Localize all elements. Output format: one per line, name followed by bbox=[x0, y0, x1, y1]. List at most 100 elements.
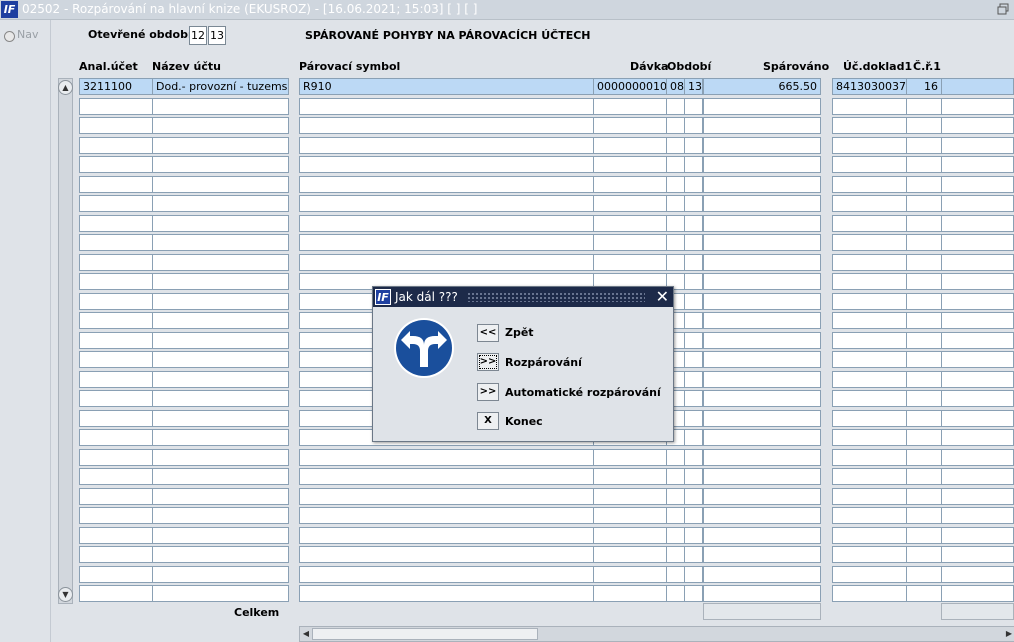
back-button[interactable]: << bbox=[477, 324, 499, 342]
grid-cell-anal-ucet[interactable] bbox=[79, 488, 153, 505]
grid-cell-anal-ucet[interactable] bbox=[79, 410, 153, 427]
grid-cell-uc-doklad1[interactable] bbox=[832, 566, 907, 583]
grid-cell-uc-doklad1[interactable] bbox=[832, 585, 907, 602]
grid-cell-anal-ucet[interactable] bbox=[79, 156, 153, 173]
grid-cell-uc-doklad1[interactable] bbox=[832, 390, 907, 407]
grid-cell-anal-ucet[interactable] bbox=[79, 117, 153, 134]
grid-cell-uc-doklad1[interactable] bbox=[832, 429, 907, 446]
grid-cell-obdobi-a[interactable] bbox=[666, 176, 685, 193]
grid-cell-extra[interactable] bbox=[941, 390, 1014, 407]
grid-cell-nazev-uctu[interactable] bbox=[152, 312, 289, 329]
grid-cell-extra[interactable] bbox=[941, 78, 1014, 95]
grid-cell-sparovano[interactable] bbox=[703, 429, 821, 446]
grid-cell-uc-doklad1[interactable] bbox=[832, 98, 907, 115]
grid-cell-parovaci-symbol[interactable] bbox=[299, 449, 594, 466]
grid-cell-nazev-uctu[interactable] bbox=[152, 215, 289, 232]
grid-cell-anal-ucet[interactable] bbox=[79, 254, 153, 271]
grid-cell-cr1[interactable] bbox=[906, 312, 942, 329]
grid-cell-sparovano[interactable] bbox=[703, 254, 821, 271]
grid-cell-obdobi-b[interactable] bbox=[684, 468, 703, 485]
grid-cell-anal-ucet[interactable] bbox=[79, 566, 153, 583]
grid-cell-cr1[interactable] bbox=[906, 156, 942, 173]
grid-cell-cr1[interactable] bbox=[906, 98, 942, 115]
grid-cell-sparovano[interactable] bbox=[703, 137, 821, 154]
grid-cell-sparovano[interactable]: 665.50 bbox=[703, 78, 821, 95]
grid-cell-sparovano[interactable] bbox=[703, 585, 821, 602]
grid-cell-extra[interactable] bbox=[941, 332, 1014, 349]
grid-cell-sparovano[interactable] bbox=[703, 293, 821, 310]
grid-cell-extra[interactable] bbox=[941, 176, 1014, 193]
grid-cell-parovaci-symbol[interactable] bbox=[299, 507, 594, 524]
grid-cell-anal-ucet[interactable] bbox=[79, 332, 153, 349]
grid-cell-parovaci-symbol[interactable] bbox=[299, 546, 594, 563]
grid-cell-nazev-uctu[interactable] bbox=[152, 390, 289, 407]
grid-cell-anal-ucet[interactable] bbox=[79, 351, 153, 368]
grid-cell-obdobi-b[interactable] bbox=[684, 215, 703, 232]
grid-cell-parovaci-symbol[interactable] bbox=[299, 488, 594, 505]
grid-cell-nazev-uctu[interactable] bbox=[152, 488, 289, 505]
grid-cell-obdobi-a[interactable] bbox=[666, 468, 685, 485]
grid-cell-sparovano[interactable] bbox=[703, 449, 821, 466]
scroll-down-icon[interactable]: ▼ bbox=[58, 587, 73, 602]
grid-cell-obdobi-b[interactable] bbox=[684, 293, 703, 310]
grid-cell-anal-ucet[interactable] bbox=[79, 468, 153, 485]
grid-cell-uc-doklad1[interactable] bbox=[832, 546, 907, 563]
grid-cell-uc-doklad1[interactable] bbox=[832, 117, 907, 134]
grid-cell-anal-ucet[interactable] bbox=[79, 390, 153, 407]
grid-cell-cr1[interactable] bbox=[906, 117, 942, 134]
grid-cell-cr1[interactable] bbox=[906, 273, 942, 290]
grid-cell-anal-ucet[interactable] bbox=[79, 312, 153, 329]
grid-cell-sparovano[interactable] bbox=[703, 117, 821, 134]
scroll-left-icon[interactable]: ◀ bbox=[300, 628, 312, 640]
grid-cell-cr1[interactable] bbox=[906, 507, 942, 524]
grid-cell-davka[interactable] bbox=[593, 488, 667, 505]
dialog-drag-handle[interactable] bbox=[467, 292, 645, 302]
grid-cell-uc-doklad1[interactable] bbox=[832, 332, 907, 349]
grid-cell-parovaci-symbol[interactable]: R910 bbox=[299, 78, 594, 95]
grid-cell-cr1[interactable] bbox=[906, 195, 942, 212]
grid-cell-extra[interactable] bbox=[941, 410, 1014, 427]
scroll-up-icon[interactable]: ▲ bbox=[58, 80, 73, 95]
grid-cell-uc-doklad1[interactable]: 8413030037 bbox=[832, 78, 907, 95]
grid-cell-obdobi-b[interactable] bbox=[684, 429, 703, 446]
grid-cell-anal-ucet[interactable] bbox=[79, 273, 153, 290]
grid-cell-anal-ucet[interactable] bbox=[79, 449, 153, 466]
grid-cell-uc-doklad1[interactable] bbox=[832, 156, 907, 173]
grid-cell-parovaci-symbol[interactable] bbox=[299, 176, 594, 193]
grid-cell-nazev-uctu[interactable] bbox=[152, 156, 289, 173]
grid-cell-anal-ucet[interactable] bbox=[79, 527, 153, 544]
grid-cell-nazev-uctu[interactable] bbox=[152, 293, 289, 310]
grid-cell-anal-ucet[interactable] bbox=[79, 137, 153, 154]
grid-cell-davka[interactable] bbox=[593, 546, 667, 563]
grid-cell-sparovano[interactable] bbox=[703, 234, 821, 251]
grid-cell-obdobi-b[interactable]: 13 bbox=[684, 78, 703, 95]
grid-cell-davka[interactable] bbox=[593, 195, 667, 212]
grid-cell-sparovano[interactable] bbox=[703, 351, 821, 368]
grid-cell-cr1[interactable] bbox=[906, 254, 942, 271]
grid-cell-sparovano[interactable] bbox=[703, 546, 821, 563]
grid-cell-extra[interactable] bbox=[941, 312, 1014, 329]
grid-cell-sparovano[interactable] bbox=[703, 371, 821, 388]
grid-cell-sparovano[interactable] bbox=[703, 332, 821, 349]
grid-cell-sparovano[interactable] bbox=[703, 98, 821, 115]
grid-cell-extra[interactable] bbox=[941, 468, 1014, 485]
grid-cell-parovaci-symbol[interactable] bbox=[299, 527, 594, 544]
grid-cell-uc-doklad1[interactable] bbox=[832, 351, 907, 368]
grid-cell-obdobi-b[interactable] bbox=[684, 488, 703, 505]
grid-cell-nazev-uctu[interactable] bbox=[152, 507, 289, 524]
grid-cell-parovaci-symbol[interactable] bbox=[299, 468, 594, 485]
grid-cell-davka[interactable] bbox=[593, 507, 667, 524]
grid-cell-cr1[interactable] bbox=[906, 527, 942, 544]
grid-cell-anal-ucet[interactable] bbox=[79, 585, 153, 602]
grid-cell-anal-ucet[interactable] bbox=[79, 293, 153, 310]
grid-cell-cr1[interactable] bbox=[906, 215, 942, 232]
grid-cell-parovaci-symbol[interactable] bbox=[299, 195, 594, 212]
grid-cell-obdobi-a[interactable] bbox=[666, 137, 685, 154]
grid-cell-obdobi-a[interactable] bbox=[666, 585, 685, 602]
grid-cell-obdobi-a[interactable] bbox=[666, 215, 685, 232]
grid-cell-sparovano[interactable] bbox=[703, 390, 821, 407]
grid-cell-extra[interactable] bbox=[941, 98, 1014, 115]
grid-cell-obdobi-a[interactable] bbox=[666, 507, 685, 524]
unpair-button[interactable]: >> bbox=[477, 353, 499, 371]
grid-cell-anal-ucet[interactable] bbox=[79, 429, 153, 446]
